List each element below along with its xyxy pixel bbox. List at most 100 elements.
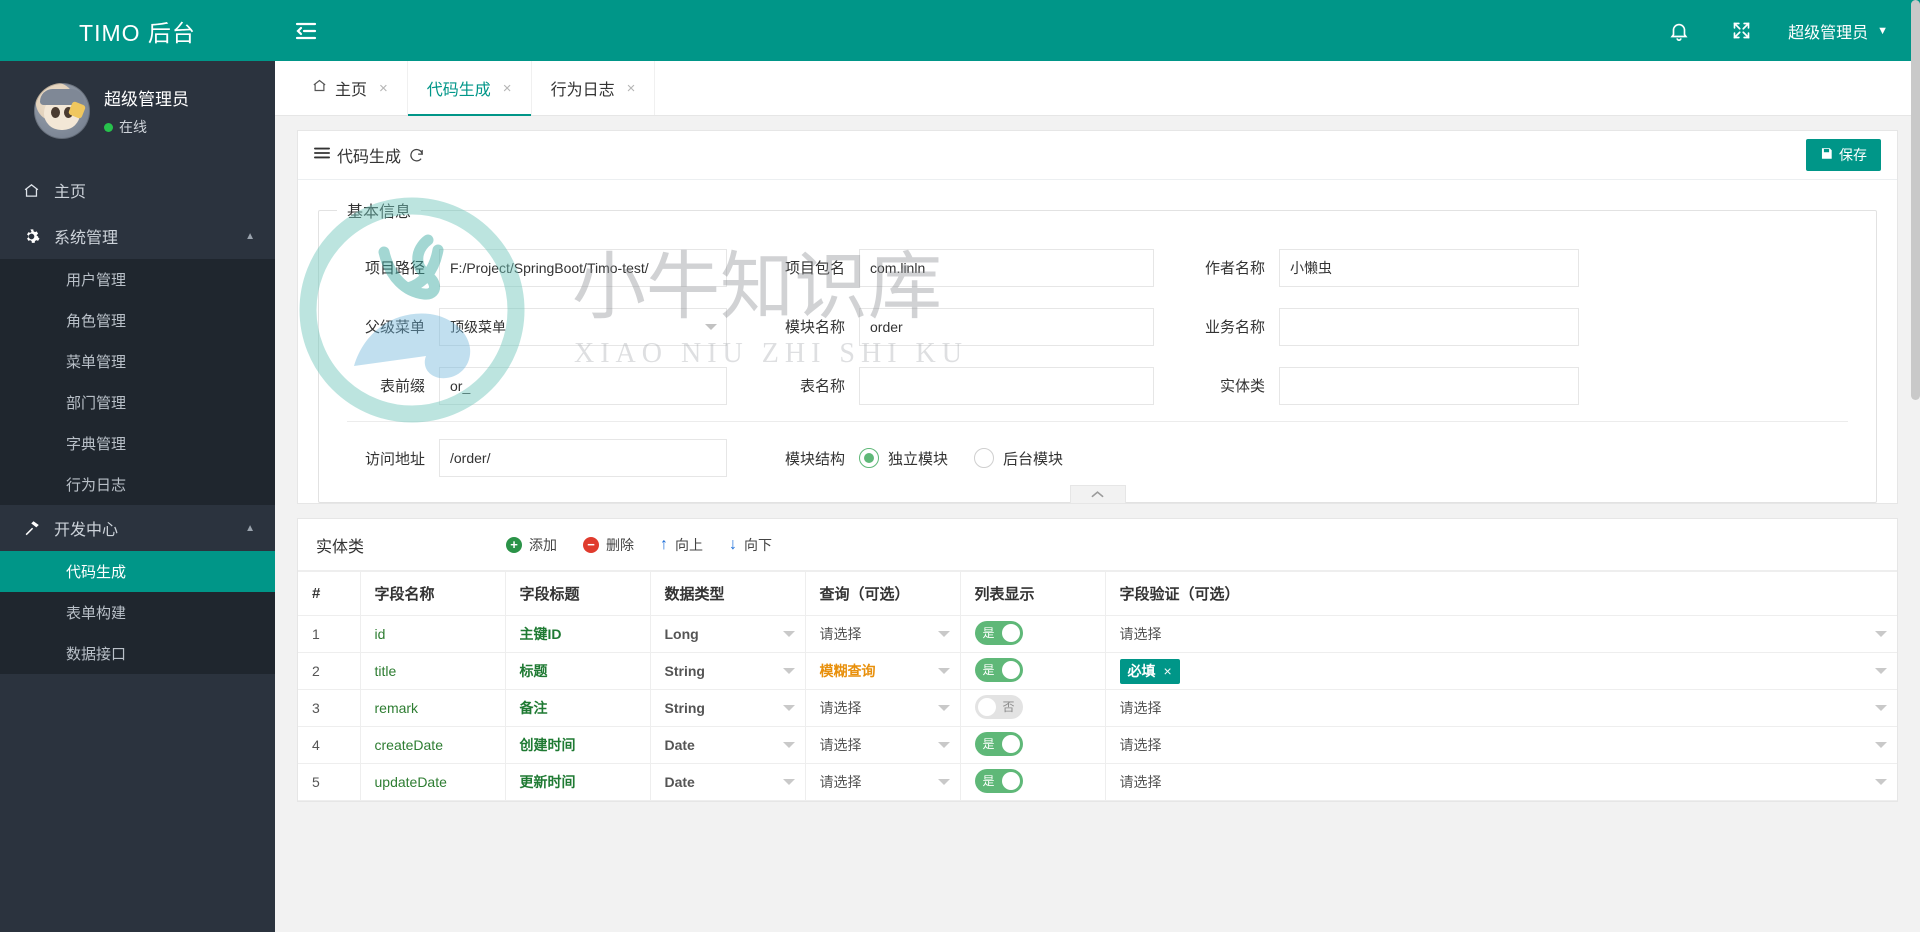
move-down-button[interactable]: ↓ 向下 xyxy=(729,535,772,555)
cell-index: 2 xyxy=(298,652,361,690)
cell-query[interactable]: 请选择 xyxy=(805,726,961,764)
top-header: 超级管理员 ▼ xyxy=(275,0,1920,61)
sidebar-item-dict-manage[interactable]: 字典管理 xyxy=(0,423,275,464)
chevron-down-icon xyxy=(1875,668,1887,674)
validate-tag[interactable]: 必填 × xyxy=(1119,658,1180,684)
close-icon[interactable]: × xyxy=(379,80,388,97)
user-menu[interactable]: 超级管理员 ▼ xyxy=(1772,19,1898,43)
project-package-input[interactable] xyxy=(859,248,1154,287)
sidebar-item-dept-manage[interactable]: 部门管理 xyxy=(0,382,275,423)
sidebar-item-label: 主页 xyxy=(54,184,87,201)
scrollbar-thumb[interactable] xyxy=(1911,0,1920,400)
bell-icon[interactable] xyxy=(1648,0,1710,61)
cell-field-name[interactable]: title xyxy=(360,652,506,690)
cell-list-display[interactable]: 是 xyxy=(960,615,1106,653)
cell-query[interactable]: 模糊查询 xyxy=(805,652,961,690)
profile-name: 超级管理员 xyxy=(104,90,189,109)
save-button[interactable]: 保存 xyxy=(1806,139,1881,171)
business-name-input[interactable] xyxy=(1279,307,1579,346)
radio-standalone-module[interactable]: 独立模块 xyxy=(859,448,948,469)
module-name-input[interactable] xyxy=(859,307,1154,346)
access-url-input[interactable] xyxy=(439,439,727,477)
cell-query[interactable]: 请选择 xyxy=(805,763,961,801)
avatar[interactable] xyxy=(34,83,90,139)
author-name-input[interactable] xyxy=(1279,248,1579,287)
cell-data-type[interactable]: String xyxy=(650,652,806,690)
tab-action-log[interactable]: 行为日志 × xyxy=(532,61,656,115)
refresh-icon[interactable] xyxy=(408,147,425,164)
table-name-input[interactable] xyxy=(859,366,1154,405)
table-row: 5 updateDate 更新时间 Date 请选择 是 请选择 xyxy=(298,763,1897,801)
chevron-down-icon xyxy=(1875,631,1887,637)
cell-data-type[interactable]: Long xyxy=(650,615,806,653)
cell-validate[interactable]: 请选择 xyxy=(1105,615,1897,653)
gear-icon xyxy=(22,227,41,246)
project-path-input[interactable] xyxy=(439,248,727,287)
list-icon xyxy=(314,146,330,165)
list-display-toggle[interactable]: 是 xyxy=(974,657,1023,682)
card-title-label: 代码生成 xyxy=(337,149,402,166)
cell-validate[interactable]: 请选择 xyxy=(1105,726,1897,764)
cell-field-name[interactable]: remark xyxy=(360,689,506,727)
table-prefix-input[interactable] xyxy=(439,366,727,405)
parent-menu-value[interactable] xyxy=(439,307,727,346)
cell-field-name[interactable]: createDate xyxy=(360,726,506,764)
cell-field-title[interactable]: 更新时间 xyxy=(505,763,651,801)
cell-data-type[interactable]: Date xyxy=(650,763,806,801)
list-display-toggle[interactable]: 是 xyxy=(974,620,1023,645)
delete-row-button[interactable]: − 删除 xyxy=(583,535,634,555)
sidebar-item-devcenter[interactable]: 开发中心 ▲ xyxy=(0,505,275,551)
menu-fold-icon[interactable] xyxy=(275,0,337,61)
sidebar-item-home[interactable]: 主页 xyxy=(0,167,275,213)
move-up-button[interactable]: ↑ 向上 xyxy=(660,535,703,555)
sidebar-item-user-manage[interactable]: 用户管理 xyxy=(0,259,275,300)
profile-status: 在线 xyxy=(104,117,189,137)
cell-list-display[interactable]: 是 xyxy=(960,726,1106,764)
cell-query[interactable]: 请选择 xyxy=(805,689,961,727)
profile-status-label: 在线 xyxy=(119,119,147,135)
close-icon[interactable]: × xyxy=(627,80,636,97)
col-query: 查询（可选） xyxy=(805,571,961,616)
parent-menu-select[interactable] xyxy=(439,307,727,346)
col-field-name: 字段名称 xyxy=(360,571,506,616)
chevron-down-icon xyxy=(782,631,795,637)
list-display-toggle[interactable]: 否 xyxy=(974,694,1023,719)
sidebar-item-menu-manage[interactable]: 菜单管理 xyxy=(0,341,275,382)
cell-query[interactable]: 请选择 xyxy=(805,615,961,653)
sidebar-item-form-builder[interactable]: 表单构建 xyxy=(0,592,275,633)
cell-field-name[interactable]: id xyxy=(360,615,506,653)
close-icon[interactable]: × xyxy=(503,80,512,97)
cell-field-title[interactable]: 备注 xyxy=(505,689,651,727)
list-display-toggle[interactable]: 是 xyxy=(974,731,1023,756)
tab-code-generate[interactable]: 代码生成 × xyxy=(407,61,532,116)
list-display-toggle[interactable]: 是 xyxy=(974,768,1023,793)
sidebar-item-role-manage[interactable]: 角色管理 xyxy=(0,300,275,341)
sidebar-item-system[interactable]: 系统管理 ▲ xyxy=(0,213,275,259)
sidebar-item-action-log[interactable]: 行为日志 xyxy=(0,464,275,505)
brand-logo[interactable]: TIMO 后台 xyxy=(0,0,275,61)
radio-backend-module[interactable]: 后台模块 xyxy=(974,448,1063,469)
cell-list-display[interactable]: 是 xyxy=(960,763,1106,801)
cell-list-display[interactable]: 是 xyxy=(960,652,1106,690)
sidebar-item-data-api[interactable]: 数据接口 xyxy=(0,633,275,674)
cell-index: 1 xyxy=(298,615,361,653)
page-scrollbar[interactable] xyxy=(1911,0,1920,932)
col-field-title: 字段标题 xyxy=(505,571,651,616)
cell-list-display[interactable]: 否 xyxy=(960,689,1106,727)
cell-field-title[interactable]: 主键ID xyxy=(505,615,651,653)
add-row-button[interactable]: + 添加 xyxy=(506,535,557,555)
cell-field-name[interactable]: updateDate xyxy=(360,763,506,801)
fullscreen-icon[interactable] xyxy=(1710,0,1772,61)
chevron-up-icon: ▲ xyxy=(245,522,255,534)
cell-data-type[interactable]: Date xyxy=(650,726,806,764)
cell-data-type[interactable]: String xyxy=(650,689,806,727)
cell-validate[interactable]: 请选择 xyxy=(1105,689,1897,727)
cell-validate[interactable]: 请选择 xyxy=(1105,763,1897,801)
collapse-toggle[interactable] xyxy=(1069,485,1126,503)
tab-home[interactable]: 主页 × xyxy=(293,61,408,115)
entity-class-input[interactable] xyxy=(1279,366,1579,405)
cell-field-title[interactable]: 标题 xyxy=(505,652,651,690)
cell-validate[interactable]: 必填 × xyxy=(1105,652,1897,690)
cell-field-title[interactable]: 创建时间 xyxy=(505,726,651,764)
sidebar-item-code-generate[interactable]: 代码生成 xyxy=(0,551,275,592)
